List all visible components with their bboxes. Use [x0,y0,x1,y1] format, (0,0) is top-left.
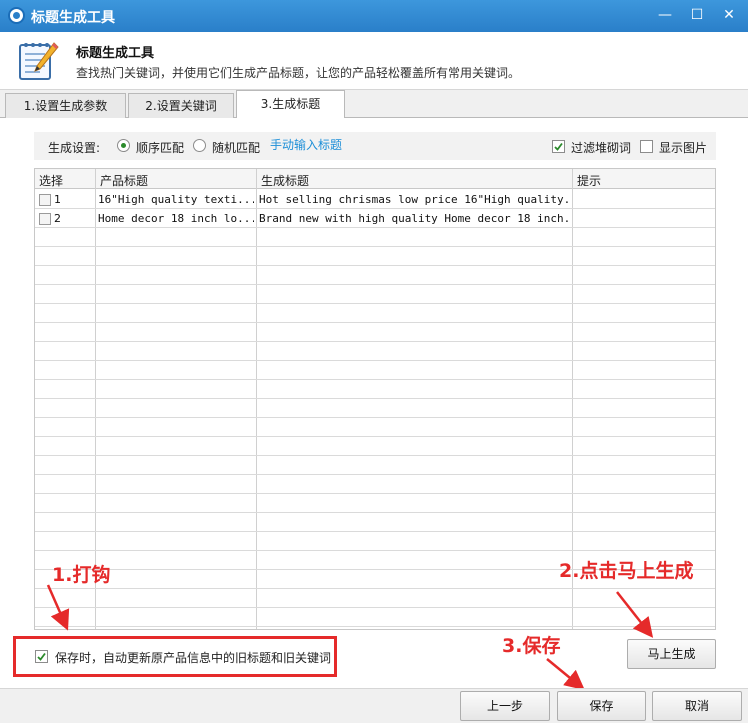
auto-update-checkbox[interactable] [35,650,48,663]
checkmark-icon [37,652,46,661]
generate-now-button[interactable]: 马上生成 [627,639,716,669]
cancel-button[interactable]: 取消 [652,691,742,721]
arrow-to-save-button [546,658,585,691]
title-generator-window: 标题生成工具 — ☐ ✕ 标题生成工具 查找热门关键词，并使用它们生成产品标题，… [0,0,748,723]
annotation-arrows [46,584,654,691]
arrow-to-checkbox [46,584,70,631]
save-button[interactable]: 保存 [557,691,646,721]
auto-update-label: 保存时，自动更新原产品信息中的旧标题和旧关键词 [55,651,332,665]
arrow-to-generate-button [616,591,654,638]
previous-step-button[interactable]: 上一步 [460,691,550,721]
